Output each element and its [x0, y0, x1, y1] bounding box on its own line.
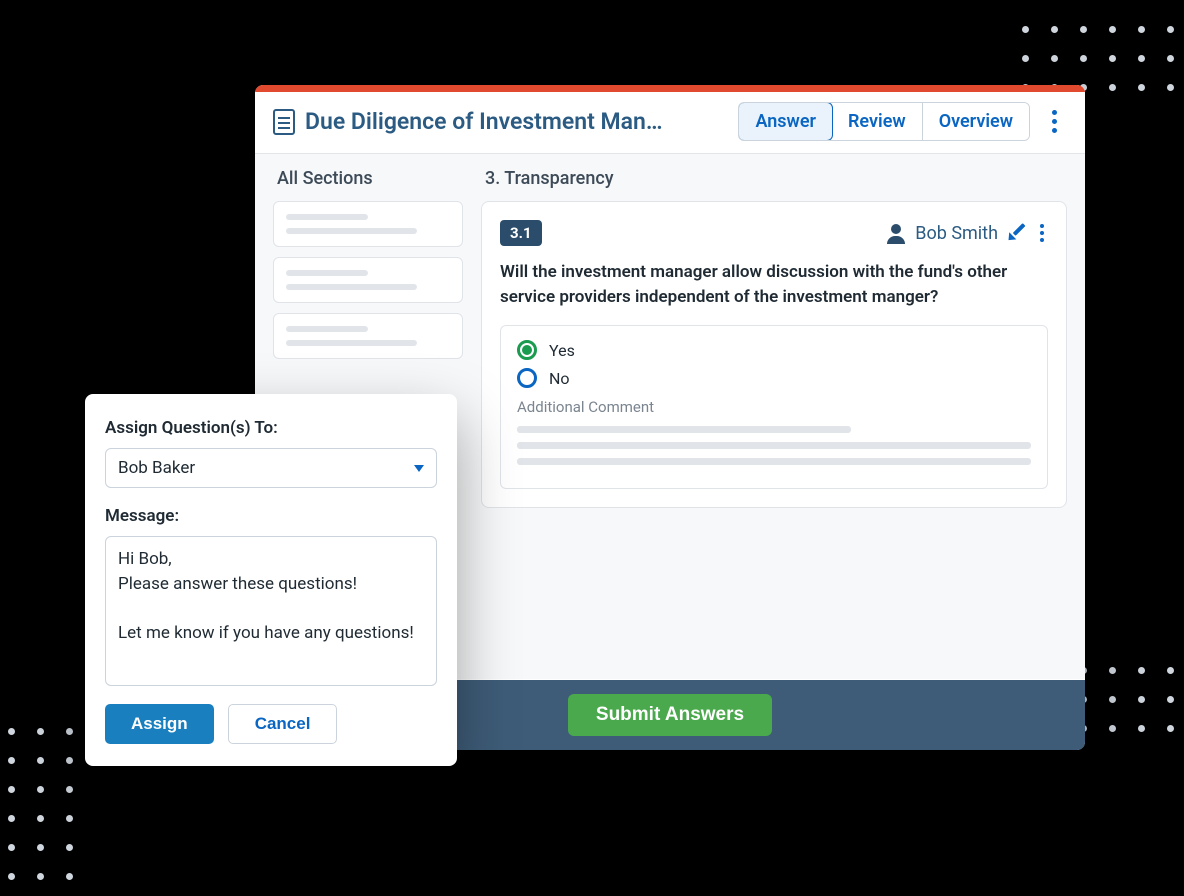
chevron-down-icon: [414, 465, 424, 472]
header-menu-icon[interactable]: [1042, 104, 1067, 139]
tab-group: Answer Review Overview: [738, 102, 1030, 141]
assignee-selected-value: Bob Baker: [118, 458, 195, 478]
question-text: Will the investment manager allow discus…: [500, 260, 1048, 309]
edit-icon[interactable]: [1004, 220, 1029, 245]
comment-label: Additional Comment: [517, 398, 1031, 416]
tab-review[interactable]: Review: [832, 103, 923, 140]
message-label: Message:: [105, 506, 437, 526]
answer-box: Yes No Additional Comment: [500, 325, 1048, 489]
section-title: 3. Transparency: [481, 168, 1067, 189]
radio-option-no[interactable]: No: [517, 368, 1031, 388]
decorative-dots-bl: [8, 728, 73, 880]
tab-answer[interactable]: Answer: [738, 102, 833, 141]
cancel-button[interactable]: Cancel: [228, 704, 338, 744]
radio-option-yes[interactable]: Yes: [517, 340, 1031, 360]
question-header: 3.1 Bob Smith: [500, 220, 1048, 246]
question-number-badge: 3.1: [500, 220, 542, 246]
radio-icon: [517, 340, 537, 360]
question-menu-icon[interactable]: [1036, 222, 1048, 244]
main-column: 3. Transparency 3.1 Bob Smith Will the i…: [481, 168, 1067, 661]
header: Due Diligence of Investment Man… Answer …: [255, 92, 1085, 154]
page-title: Due Diligence of Investment Man…: [305, 108, 663, 135]
radio-icon: [517, 368, 537, 388]
radio-label: No: [549, 369, 570, 388]
sidebar-section-item[interactable]: [273, 313, 463, 359]
question-card: 3.1 Bob Smith Will the investment manage…: [481, 201, 1067, 508]
accent-bar: [255, 85, 1085, 92]
sidebar-section-item[interactable]: [273, 257, 463, 303]
assignee-select[interactable]: Bob Baker: [105, 448, 437, 488]
document-icon: [273, 109, 295, 135]
assign-modal: Assign Question(s) To: Bob Baker Message…: [85, 394, 457, 766]
sidebar-title: All Sections: [273, 168, 463, 189]
decorative-dots-tr: [1022, 26, 1174, 91]
radio-label: Yes: [549, 341, 575, 360]
user-icon: [887, 224, 905, 242]
message-input[interactable]: Hi Bob, Please answer these questions! L…: [105, 536, 437, 686]
assignee-name: Bob Smith: [915, 223, 998, 244]
tab-overview[interactable]: Overview: [923, 103, 1029, 140]
submit-answers-button[interactable]: Submit Answers: [568, 694, 772, 736]
sidebar-section-item[interactable]: [273, 201, 463, 247]
comment-placeholder[interactable]: [517, 426, 1031, 465]
assign-to-label: Assign Question(s) To:: [105, 418, 437, 438]
assign-button[interactable]: Assign: [105, 704, 214, 744]
